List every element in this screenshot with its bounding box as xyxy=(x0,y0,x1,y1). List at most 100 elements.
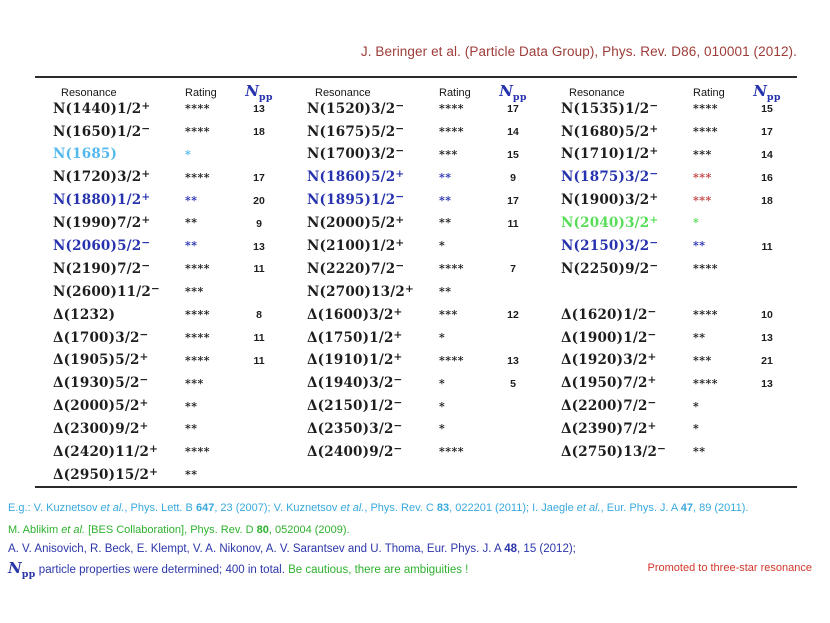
resonance-label: N(1700)3/2− xyxy=(307,145,405,163)
npp-value: 14 xyxy=(507,126,519,139)
resonance-label: N(2100)1/2+ xyxy=(307,237,405,255)
table-cell: N(2100)1/2+ * xyxy=(289,237,543,255)
rating-stars: ** xyxy=(439,285,452,299)
table-cell: Δ(1910)1/2+ **** 13 xyxy=(289,351,543,369)
resonance-label: N(2700)13/2+ xyxy=(307,282,414,300)
table-row: Δ(1905)5/2+ **** 11 Δ(1910)1/2+ **** 13 Δ(1920… xyxy=(35,350,797,373)
table-row: N(2600)11/2− *** N(2700)13/2+ ** xyxy=(35,281,797,304)
table-row: N(1685) * N(1700)3/2− *** 15 N(1710)1/2+ *** 14 xyxy=(35,144,797,167)
rating-stars: **** xyxy=(439,445,465,459)
table-row: N(1880)1/2+ ** 20 N(1895)1/2− ** 17 N(1900)3/2… xyxy=(35,190,797,213)
npp-value: 7 xyxy=(510,263,516,276)
rating-stars: ** xyxy=(185,239,198,253)
table-cell: N(1685) * xyxy=(35,148,289,162)
resonance-label: Δ(1620)1/2− xyxy=(561,305,657,323)
table-cell: Δ(1930)5/2− *** xyxy=(35,375,289,391)
rating-stars: *** xyxy=(439,147,458,161)
table-cell: N(1720)3/2+ **** 17 xyxy=(35,169,289,185)
table-cell: N(2040)3/2+ * xyxy=(543,214,797,232)
resonance-label: N(2600)11/2− xyxy=(53,282,160,300)
resonance-label: Δ(1600)3/2+ xyxy=(307,305,403,323)
resonance-label: Δ(1910)1/2+ xyxy=(307,351,403,369)
resonance-label: N(1685) xyxy=(53,146,118,163)
table-cell: Δ(2400)9/2− **** xyxy=(289,444,543,460)
table-cell: Δ(1920)3/2+ *** 21 xyxy=(543,352,797,368)
rating-stars: **** xyxy=(439,101,465,115)
table-cell: Δ(1620)1/2− **** 10 xyxy=(543,305,797,323)
rating-stars: ** xyxy=(185,468,198,482)
npp-value: 17 xyxy=(761,126,773,139)
rating-stars: * xyxy=(693,216,700,230)
table-row: N(2190)7/2− **** 11 N(2220)7/2− **** 7 N(2250)… xyxy=(35,258,797,281)
npp-value: 11 xyxy=(761,240,773,253)
npp-value: 18 xyxy=(761,194,773,207)
npp-value: 9 xyxy=(510,171,516,184)
resonance-label: N(1990)7/2+ xyxy=(53,214,151,232)
table-header-group-2: Resonance Rating Npp xyxy=(289,82,543,103)
resonance-label: N(2060)5/2− xyxy=(53,237,151,255)
table-row: N(1990)7/2+ ** 9 N(2000)5/2+ ** 11 N(2040)3/2+… xyxy=(35,212,797,235)
npp-value: 17 xyxy=(253,171,265,184)
table-cell: N(1680)5/2+ **** 17 xyxy=(543,122,797,140)
rating-stars: * xyxy=(439,330,446,344)
resonance-label: N(1535)1/2− xyxy=(561,99,659,117)
npp-value: 20 xyxy=(253,194,265,207)
rating-stars: * xyxy=(693,422,700,436)
resonance-label: N(1650)1/2− xyxy=(53,122,151,140)
rating-stars: * xyxy=(185,147,192,161)
rating-stars: **** xyxy=(693,307,719,321)
rating-stars: ** xyxy=(185,422,198,436)
rating-stars: * xyxy=(439,422,446,436)
table-cell: N(1700)3/2− *** 15 xyxy=(289,145,543,163)
npp-value: 13 xyxy=(761,377,773,390)
table-cell: N(1440)1/2+ **** 13 xyxy=(35,100,289,117)
rating-stars: **** xyxy=(693,101,719,115)
table-header-group-1: Resonance Rating Npp xyxy=(35,82,289,103)
caution-note: Be cautious, there are ambiguities ! xyxy=(288,564,469,576)
table-row: Δ(1232) **** 8 Δ(1600)3/2+ *** 12 Δ(1620)1/2− *… xyxy=(35,304,797,327)
npp-symbol: Npp xyxy=(245,82,273,103)
table-cell: N(1675)5/2− **** 14 xyxy=(289,123,543,140)
table-cell: N(2060)5/2− ** 13 xyxy=(35,237,289,255)
table-cell: Δ(2750)13/2− ** xyxy=(543,443,797,461)
resonance-label: N(1900)3/2+ xyxy=(561,191,659,209)
table-cell: Δ(1940)3/2− * 5 xyxy=(289,375,543,391)
resonance-label: Δ(1900)1/2− xyxy=(561,328,657,346)
rating-stars: * xyxy=(439,239,446,253)
table-cell: N(1650)1/2− **** 18 xyxy=(35,122,289,140)
rating-stars: **** xyxy=(185,124,211,138)
rating-stars: ** xyxy=(185,216,198,230)
table-cell: Δ(1950)7/2+ **** 13 xyxy=(543,374,797,392)
rating-stars: **** xyxy=(185,101,211,115)
resonance-label: Δ(2150)1/2− xyxy=(307,397,403,415)
resonance-label: Δ(2200)7/2− xyxy=(561,397,657,415)
npp-value: 14 xyxy=(761,148,773,161)
table-cell: N(1895)1/2− ** 17 xyxy=(289,192,543,208)
reference-line-kuznetsov: E.g.: V. Kuznetsov et al., Phys. Lett. B… xyxy=(8,502,749,514)
table-cell: Δ(2350)3/2− * xyxy=(289,421,543,437)
resonance-label: N(1680)5/2+ xyxy=(561,122,659,140)
table-cell: Δ(2150)1/2− * xyxy=(289,397,543,415)
resonance-label: Δ(2750)13/2− xyxy=(561,443,667,461)
npp-value: 11 xyxy=(253,332,265,345)
resonance-label: Δ(2390)7/2+ xyxy=(561,420,657,438)
table-header-row: Resonance Rating Npp Resonance Rating Np… xyxy=(35,78,797,103)
table-cell: N(1990)7/2+ ** 9 xyxy=(35,214,289,232)
rating-stars: **** xyxy=(439,124,465,138)
resonance-label: N(2040)3/2+ xyxy=(561,214,659,232)
header-npp: Npp xyxy=(749,82,785,103)
resonance-label: N(1860)5/2+ xyxy=(307,168,405,186)
npp-value: 16 xyxy=(761,171,773,184)
npp-value: 18 xyxy=(253,126,265,139)
rating-stars: ** xyxy=(439,170,452,184)
resonance-label: Δ(1950)7/2+ xyxy=(561,374,657,392)
table-row: N(2060)5/2− ** 13 N(2100)1/2+ * N(2150)3/2− **… xyxy=(35,235,797,258)
table-cell: N(1875)3/2− *** 16 xyxy=(543,169,797,185)
npp-value: 13 xyxy=(507,354,519,367)
table-cell: Δ(2000)5/2+ ** xyxy=(35,398,289,414)
table-cell: Δ(2420)11/2+ **** xyxy=(35,444,289,460)
table-cell: Δ(1750)1/2+ * xyxy=(289,328,543,346)
rating-stars: *** xyxy=(693,193,712,207)
table-cell: Δ(1900)1/2− ** 13 xyxy=(543,328,797,346)
resonance-label: Δ(1750)1/2+ xyxy=(307,328,403,346)
